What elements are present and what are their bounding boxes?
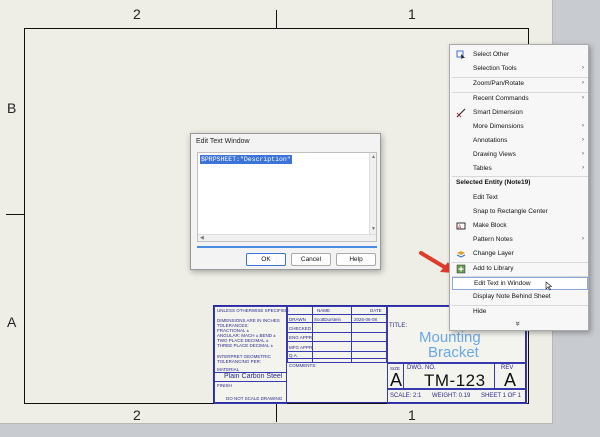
menu-item-change-layer[interactable]: Change Layer <box>450 248 590 261</box>
dialog-focus-bar <box>197 246 377 248</box>
context-menu[interactable]: Select Other Selection Tools › Zoom/Pan/… <box>449 44 589 331</box>
menu-item-edit-text[interactable]: Edit Text <box>450 192 590 205</box>
tb-rev: A <box>504 370 517 390</box>
menu-item-recent-commands[interactable]: Recent Commands › <box>450 93 590 106</box>
zone-label-left-a: A <box>7 314 17 330</box>
zone-divider-bottom <box>276 404 277 422</box>
menu-item-add-to-library[interactable]: Add to Library <box>450 263 590 276</box>
menu-item-snap-to-rectangle-center[interactable]: Snap to Rectangle Center <box>450 206 590 219</box>
smart-dimension-icon <box>456 108 466 118</box>
ok-button[interactable]: OK <box>246 253 286 266</box>
zone-label-top-2: 2 <box>133 6 141 22</box>
tb-sheet: SHEET 1 OF 1 <box>481 393 521 399</box>
menu-item-edit-text-in-window[interactable]: Edit Text in Window <box>452 277 588 291</box>
menu-item-make-block[interactable]: A Make Block <box>450 220 590 233</box>
zone-divider-top <box>276 10 277 28</box>
tb-dwg-no: TM-123 <box>424 371 486 390</box>
menu-item-drawing-views[interactable]: Drawing Views › <box>450 149 590 162</box>
tb-size: A <box>390 370 403 390</box>
change-layer-icon <box>456 251 466 258</box>
scroll-up-icon[interactable]: ▲ <box>371 154 376 160</box>
submenu-arrow-icon: › <box>582 80 584 86</box>
submenu-arrow-icon: › <box>582 151 584 157</box>
menu-item-select-other[interactable]: Select Other <box>450 49 590 62</box>
tb-eng-appr: ENG APPR. <box>289 335 314 340</box>
menu-section-header: Selected Entity (Note19) <box>456 179 531 186</box>
tb-interpret-2: TOLERANCING PER: <box>217 359 262 364</box>
dialog-selected-text[interactable]: $PRPSHEET:"Description" <box>200 155 292 164</box>
menu-item-zoom-pan-rotate[interactable]: Zoom/Pan/Rotate › <box>450 78 590 91</box>
tb-finish: FINISH <box>217 383 232 388</box>
tb-weight: WEIGHT: 0.19 <box>432 393 471 399</box>
menu-item-selection-tools[interactable]: Selection Tools › <box>450 63 590 76</box>
scroll-down-icon[interactable]: ▼ <box>371 226 376 232</box>
tb-drawn: DRAWN <box>289 317 306 322</box>
tb-unless: UNLESS OTHERWISE SPECIFIED: <box>217 308 290 313</box>
menu-item-display-note-behind-sheet[interactable]: Display Note Behind Sheet <box>450 291 590 304</box>
zone-label-bottom-2: 2 <box>133 407 141 423</box>
menu-item-pattern-notes[interactable]: Pattern Notes › <box>450 234 590 247</box>
menu-item-more-dimensions[interactable]: More Dimensions › <box>450 121 590 134</box>
select-other-icon <box>456 50 465 60</box>
menu-item-smart-dimension[interactable]: Smart Dimension <box>450 107 590 120</box>
menu-separator <box>452 176 588 177</box>
dialog-title: Edit Text Window <box>196 138 250 145</box>
dialog-vertical-scrollbar[interactable]: ▲ ▼ <box>369 153 376 241</box>
zone-label-bottom-1: 1 <box>408 407 416 423</box>
tb-dims-6: THREE PLACE DECIMAL ± <box>217 343 274 348</box>
submenu-arrow-icon: › <box>582 95 584 101</box>
tb-noscale: DO NOT SCALE DRAWING <box>226 396 283 401</box>
tb-date-hdr: DATE <box>370 308 382 313</box>
zone-label-left-b: B <box>7 100 17 116</box>
submenu-arrow-icon: › <box>582 137 584 143</box>
mouse-cursor-icon <box>545 281 553 291</box>
tb-drawn-date: 2026-06-08 <box>354 317 378 322</box>
tb-title-label: TITLE: <box>389 323 408 329</box>
tb-scale: SCALE: 2:1 <box>390 393 422 399</box>
edit-text-dialog[interactable]: Edit Text Window $PRPSHEET:"Description"… <box>190 133 381 270</box>
menu-item-hide[interactable]: Hide <box>450 306 590 319</box>
tb-checked: CHECKED <box>289 326 312 331</box>
make-block-icon: A <box>456 222 466 231</box>
menu-item-tables[interactable]: Tables › <box>450 163 590 176</box>
scroll-left-icon[interactable]: ◀ <box>200 235 204 241</box>
tb-comments: COMMENTS: <box>289 363 317 368</box>
tb-qa: Q.A. <box>289 353 299 358</box>
dialog-text-area[interactable]: $PRPSHEET:"Description" ▲ ▼ ◀ <box>197 152 377 242</box>
tb-material: Plain Carbon Steel <box>224 373 283 380</box>
chevron-down-icon: » <box>513 321 523 326</box>
zone-divider-left <box>6 214 24 215</box>
tb-title-line-2: Bracket <box>428 344 479 361</box>
cancel-button[interactable]: Cancel <box>291 253 331 266</box>
dialog-horizontal-scrollbar[interactable]: ◀ <box>198 234 376 241</box>
tb-material-label: MATERIAL <box>217 367 240 372</box>
submenu-arrow-icon: › <box>582 123 584 129</box>
submenu-arrow-icon: › <box>582 236 584 242</box>
tb-drawn-name: ScottDurstein <box>314 317 342 322</box>
tb-name-hdr: NAME <box>317 308 331 313</box>
tb-name-col <box>312 306 352 363</box>
menu-expand-button[interactable]: » <box>450 319 590 332</box>
add-to-library-icon <box>456 264 466 274</box>
submenu-arrow-icon: › <box>582 65 584 71</box>
tb-mfg-appr: MFG APPR. <box>289 345 314 350</box>
submenu-arrow-icon: › <box>582 165 584 171</box>
zone-label-top-1: 1 <box>408 6 416 22</box>
menu-item-annotations[interactable]: Annotations › <box>450 135 590 148</box>
help-button[interactable]: Help <box>336 253 376 266</box>
